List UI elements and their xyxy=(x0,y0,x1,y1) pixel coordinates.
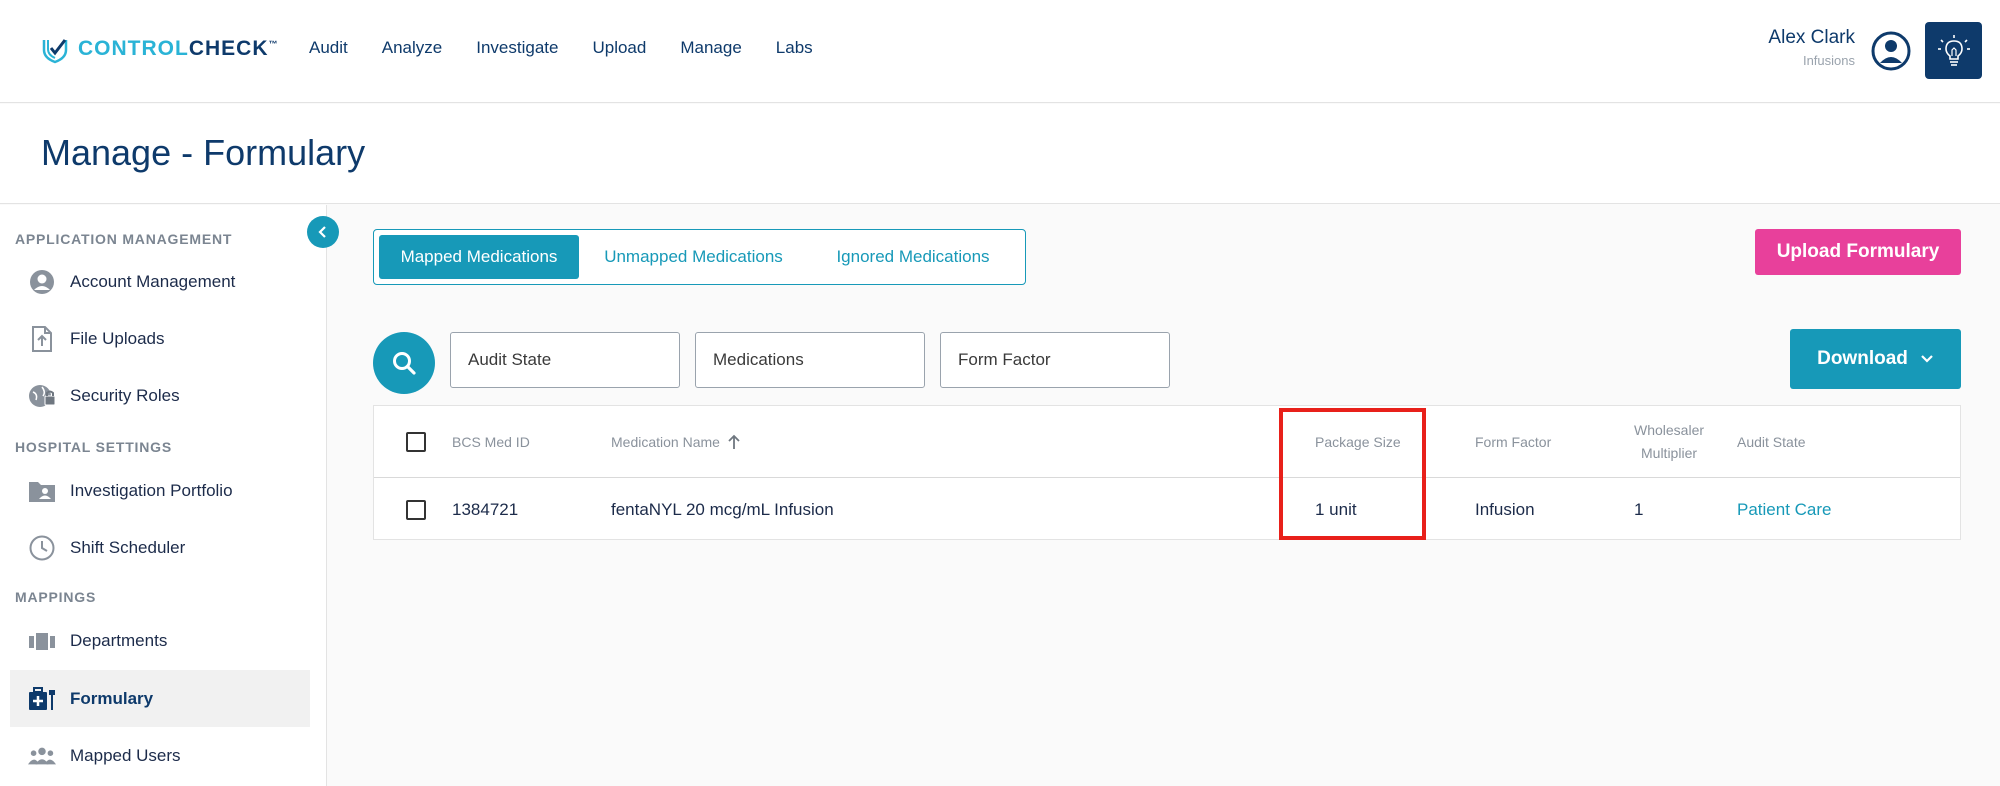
controlcheck-shield-icon xyxy=(42,39,68,64)
cell-medication-name: fentaNYL 20 mcg/mL Infusion xyxy=(611,500,834,519)
sidebar: APPLICATION MANAGEMENT Account Managemen… xyxy=(0,205,327,786)
folder-user-icon xyxy=(28,477,56,505)
page-title: Manage - Formulary xyxy=(41,132,366,173)
sidebar-item-departments[interactable]: Departments xyxy=(10,612,310,669)
page-header: Manage - Formulary xyxy=(0,104,2000,204)
controlcheck-logo[interactable]: CONTROLCHECK™ xyxy=(40,34,279,64)
sidebar-item-label: Investigation Portfolio xyxy=(70,480,233,500)
download-label: Download xyxy=(1817,348,1908,369)
sidebar-item-shift-scheduler[interactable]: Shift Scheduler xyxy=(10,519,310,576)
top-navigation-bar: CONTROLCHECK™ Audit Analyze Investigate … xyxy=(0,0,2000,103)
search-icon xyxy=(393,352,416,375)
form-factor-filter[interactable] xyxy=(940,332,1170,388)
nav-upload[interactable]: Upload xyxy=(592,38,646,58)
header-wholesaler-line2: Multiplier xyxy=(1641,445,1698,461)
cell-med-id: 1384721 xyxy=(452,500,519,519)
sidebar-item-investigation-portfolio[interactable]: Investigation Portfolio xyxy=(10,462,310,519)
nav-audit[interactable]: Audit xyxy=(309,38,348,58)
nav-analyze[interactable]: Analyze xyxy=(382,38,442,58)
sidebar-item-formulary[interactable]: Formulary xyxy=(10,670,310,727)
user-avatar-icon[interactable] xyxy=(1871,31,1911,71)
logo-text: CONTROLCHECK™ xyxy=(78,37,279,60)
account-circle-icon xyxy=(28,268,56,296)
sidebar-item-label: Security Roles xyxy=(70,385,180,405)
users-group-icon xyxy=(28,742,56,770)
departments-icon xyxy=(28,627,56,655)
row-checkbox[interactable] xyxy=(406,500,426,520)
upload-formulary-button[interactable]: Upload Formulary xyxy=(1755,229,1961,275)
cell-audit-state-link[interactable]: Patient Care xyxy=(1737,479,1832,541)
tab-unmapped-medications[interactable]: Unmapped Medications xyxy=(591,235,796,279)
file-upload-icon xyxy=(28,325,56,353)
main-nav: Audit Analyze Investigate Upload Manage … xyxy=(309,38,847,58)
cell-wholesaler-multiplier: 1 xyxy=(1634,500,1644,519)
sidebar-item-file-uploads[interactable]: File Uploads xyxy=(10,310,310,367)
ideas-button[interactable] xyxy=(1925,22,1982,79)
cell-package-size: 1 unit xyxy=(1315,500,1357,519)
sidebar-heading-mappings: MAPPINGS xyxy=(15,589,97,605)
header-medication-name[interactable]: Medication Name xyxy=(611,406,740,478)
select-all-checkbox[interactable] xyxy=(406,432,426,452)
sidebar-heading-hospital-settings: HOSPITAL SETTINGS xyxy=(15,439,172,455)
nav-manage[interactable]: Manage xyxy=(680,38,741,58)
user-org: Infusions xyxy=(1802,53,1855,68)
sidebar-item-label: Mapped Users xyxy=(70,745,181,765)
sidebar-heading-application-management: APPLICATION MANAGEMENT xyxy=(15,231,233,247)
user-name: Alex Clark xyxy=(1768,27,1855,48)
nav-investigate[interactable]: Investigate xyxy=(476,38,558,58)
header-medication-name-label: Medication Name xyxy=(611,434,720,450)
sidebar-collapse-button[interactable] xyxy=(307,216,339,248)
nav-labs[interactable]: Labs xyxy=(776,38,813,58)
download-button[interactable]: Download xyxy=(1790,329,1961,389)
medical-kit-icon xyxy=(28,685,56,713)
audit-state-filter[interactable] xyxy=(450,332,680,388)
sidebar-item-account-management[interactable]: Account Management xyxy=(10,253,310,310)
cell-form-factor: Infusion xyxy=(1475,500,1535,519)
medication-tabs: Mapped Medications Unmapped Medications … xyxy=(373,229,1026,285)
header-wholesaler-line1: Wholesaler xyxy=(1634,422,1705,438)
tab-ignored-medications[interactable]: Ignored Medications xyxy=(808,235,1018,279)
medications-filter[interactable] xyxy=(695,332,925,388)
sidebar-item-label: Formulary xyxy=(70,688,154,708)
lightbulb-icon xyxy=(1937,34,1970,66)
sidebar-item-label: Account Management xyxy=(70,271,236,291)
sidebar-item-label: File Uploads xyxy=(70,328,165,348)
table-row[interactable]: 1384721 fentaNYL 20 mcg/mL Infusion 1 un… xyxy=(374,479,1960,541)
table-header-row: BCS Med ID Medication Name Package Size … xyxy=(374,406,1960,478)
header-audit-state[interactable]: Audit State xyxy=(1737,406,1806,478)
chevron-left-icon xyxy=(318,226,326,238)
header-form-factor[interactable]: Form Factor xyxy=(1475,406,1551,478)
tab-mapped-medications[interactable]: Mapped Medications xyxy=(379,235,579,279)
search-button[interactable] xyxy=(373,332,435,394)
sidebar-item-label: Shift Scheduler xyxy=(70,537,186,557)
chevron-down-icon xyxy=(1921,355,1933,363)
clock-icon xyxy=(28,534,56,562)
sidebar-item-label: Departments xyxy=(70,630,168,650)
header-wholesaler-multiplier[interactable]: Wholesaler Multiplier xyxy=(1634,406,1704,478)
header-bcs-med-id[interactable]: BCS Med ID xyxy=(452,406,530,478)
formulary-table: BCS Med ID Medication Name Package Size … xyxy=(373,405,1961,540)
header-package-size[interactable]: Package Size xyxy=(1315,406,1401,478)
sidebar-item-security-roles[interactable]: Security Roles xyxy=(10,367,310,424)
sidebar-item-mapped-users[interactable]: Mapped Users xyxy=(10,727,310,784)
sort-ascending-icon xyxy=(728,434,740,449)
user-info: Alex Clark Infusions xyxy=(1768,27,1855,68)
globe-lock-icon xyxy=(28,382,56,410)
